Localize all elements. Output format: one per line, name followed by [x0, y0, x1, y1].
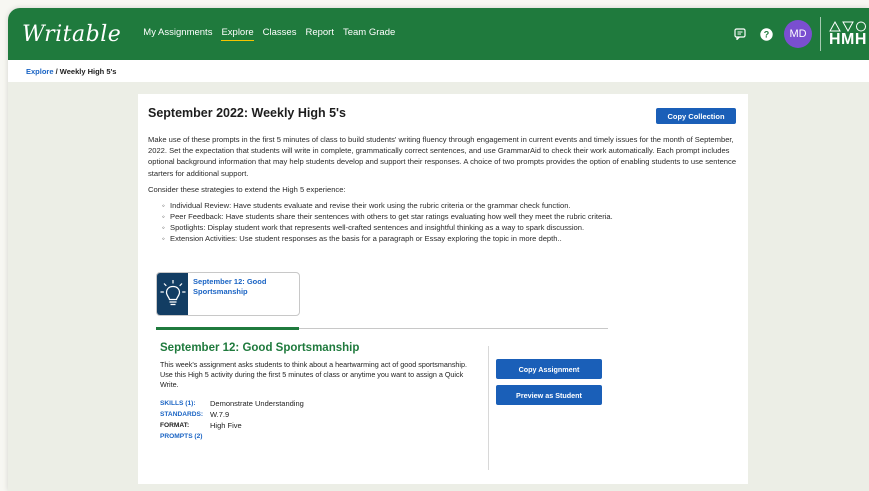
standards-link[interactable]: STANDARDS:: [160, 411, 210, 418]
standards-value: W.7.9: [210, 410, 230, 419]
breadcrumb-current: Weekly High 5's: [59, 66, 117, 76]
breadcrumb-explore-link[interactable]: Explore: [26, 67, 54, 76]
copy-assignment-button[interactable]: Copy Assignment: [496, 359, 602, 379]
nav-report[interactable]: Report: [305, 27, 334, 41]
assignment-actions: Copy Assignment Preview as Student: [496, 359, 602, 411]
tab-active-indicator: [156, 327, 299, 330]
writable-logo[interactable]: Writable: [22, 22, 121, 47]
nav-team-grade[interactable]: Team Grade: [343, 27, 395, 41]
nav-classes[interactable]: Classes: [263, 27, 297, 41]
lightbulb-icon: [157, 273, 189, 315]
hmh-logo: HMH: [820, 17, 869, 51]
tile-label: September 12: Good Sportsmanship: [193, 277, 267, 296]
collection-card: September 2022: Weekly High 5's Copy Col…: [138, 94, 748, 484]
list-item: Extension Activities: Use student respon…: [162, 233, 738, 244]
strategies-section: Consider these strategies to extend the …: [148, 185, 738, 244]
skills-link[interactable]: SKILLS (1):: [160, 400, 210, 407]
format-value: High Five: [210, 421, 242, 430]
assignment-title: September 12: Good Sportsmanship: [160, 342, 360, 354]
tab-underline: [156, 327, 608, 330]
meta-row-prompts: PROMPTS (2): [160, 431, 304, 442]
nav-my-assignments[interactable]: My Assignments: [143, 27, 212, 41]
hmh-wordmark: HMH: [829, 31, 867, 48]
meta-row-skills: SKILLS (1): Demonstrate Understanding: [160, 398, 304, 409]
list-item: Peer Feedback: Have students share their…: [162, 211, 738, 222]
avatar[interactable]: MD: [784, 20, 812, 48]
format-label: FORMAT:: [160, 422, 190, 429]
app-window: Writable My Assignments Explore Classes …: [8, 8, 869, 491]
strategies-list: Individual Review: Have students evaluat…: [148, 200, 738, 244]
header-actions: ? MD HMH: [732, 8, 869, 60]
assignment-description: This week's assignment asks students to …: [160, 360, 467, 389]
top-navigation-bar: Writable My Assignments Explore Classes …: [8, 8, 869, 60]
meta-row-standards: STANDARDS: W.7.9: [160, 409, 304, 420]
prompts-link[interactable]: PROMPTS (2): [160, 433, 210, 440]
strategies-heading: Consider these strategies to extend the …: [148, 184, 346, 194]
list-item: Individual Review: Have students evaluat…: [162, 200, 738, 211]
assignment-meta: SKILLS (1): Demonstrate Understanding ST…: [160, 398, 304, 442]
assignment-tile[interactable]: September 12: Good Sportsmanship: [156, 272, 300, 316]
help-icon[interactable]: ?: [758, 26, 774, 42]
copy-collection-button[interactable]: Copy Collection: [656, 108, 736, 124]
nav-explore[interactable]: Explore: [221, 27, 254, 41]
collection-intro: Make use of these prompts in the first 5…: [148, 135, 737, 178]
meta-row-format: FORMAT: High Five: [160, 420, 304, 431]
main-nav: My Assignments Explore Classes Report Te…: [143, 27, 395, 41]
feedback-icon[interactable]: [732, 26, 748, 42]
page-title: September 2022: Weekly High 5's: [148, 106, 346, 120]
skills-value: Demonstrate Understanding: [210, 399, 304, 408]
preview-as-student-button[interactable]: Preview as Student: [496, 385, 602, 405]
list-item: Spotlights: Display student work that re…: [162, 222, 738, 233]
vertical-divider: [488, 346, 489, 470]
svg-text:?: ?: [763, 29, 769, 39]
breadcrumb: Explore / Weekly High 5's: [8, 60, 869, 82]
